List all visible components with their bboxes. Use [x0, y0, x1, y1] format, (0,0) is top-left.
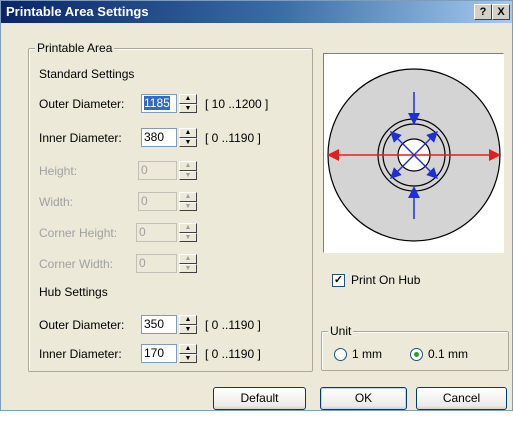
- spin-down-icon[interactable]: ▼: [179, 232, 197, 242]
- unit-1mm-label: 1 mm: [352, 347, 382, 361]
- outer-diameter-spinner[interactable]: ▲ ▼: [179, 94, 197, 113]
- spin-down-icon[interactable]: ▼: [179, 170, 197, 180]
- standard-settings-heading: Standard Settings: [39, 67, 135, 81]
- inner-diameter-range: [ 0 ..1190 ]: [205, 131, 261, 145]
- width-label: Width:: [39, 195, 74, 209]
- spin-up-icon[interactable]: ▲: [179, 254, 197, 264]
- width-input[interactable]: 0: [138, 192, 177, 211]
- spin-up-icon[interactable]: ▲: [179, 223, 197, 233]
- width-spinner[interactable]: ▲ ▼: [179, 192, 197, 211]
- corner-height-input[interactable]: 0: [136, 223, 177, 242]
- spin-down-icon[interactable]: ▼: [179, 103, 197, 113]
- spin-down-icon[interactable]: ▼: [179, 137, 197, 147]
- corner-width-input[interactable]: 0: [136, 254, 177, 273]
- corner-width-spinner[interactable]: ▲ ▼: [179, 254, 197, 273]
- title-bar[interactable]: Printable Area Settings ? X: [1, 1, 512, 23]
- height-spinner[interactable]: ▲ ▼: [179, 161, 197, 180]
- print-on-hub-label: Print On Hub: [351, 273, 421, 287]
- corner-width-label: Corner Width:: [39, 257, 114, 271]
- spin-down-icon[interactable]: ▼: [179, 353, 197, 363]
- print-on-hub-checkbox[interactable]: ✓: [332, 274, 345, 287]
- close-button[interactable]: X: [492, 4, 510, 20]
- disc-preview: [323, 53, 504, 253]
- radio-dot-icon: [414, 352, 419, 357]
- printable-area-dialog: Printable Area Settings ? X Printable Ar…: [0, 0, 513, 411]
- help-button[interactable]: ?: [474, 4, 492, 20]
- printable-area-legend: Printable Area: [35, 41, 115, 55]
- disc-preview-icon: [327, 68, 501, 242]
- spin-up-icon[interactable]: ▲: [179, 128, 197, 138]
- spin-down-icon[interactable]: ▼: [179, 263, 197, 273]
- hub-inner-diameter-range: [ 0 ..1190 ]: [205, 347, 261, 361]
- height-label: Height:: [39, 164, 78, 178]
- inner-diameter-label: Inner Diameter:: [39, 131, 122, 145]
- spin-up-icon[interactable]: ▲: [179, 161, 197, 171]
- hub-inner-diameter-spinner[interactable]: ▲ ▼: [179, 344, 197, 363]
- spin-up-icon[interactable]: ▲: [179, 315, 197, 325]
- outer-diameter-range: [ 10 ..1200 ]: [205, 97, 269, 111]
- spin-down-icon[interactable]: ▼: [179, 201, 197, 211]
- unit-legend: Unit: [328, 324, 354, 338]
- default-button[interactable]: Default: [213, 387, 306, 410]
- spin-up-icon[interactable]: ▲: [179, 344, 197, 354]
- cancel-button[interactable]: Cancel: [416, 387, 507, 410]
- unit-1mm-radio[interactable]: [334, 348, 347, 361]
- hub-outer-diameter-label: Outer Diameter:: [39, 318, 125, 332]
- ok-button[interactable]: OK: [320, 387, 407, 410]
- unit-0-1mm-label: 0.1 mm: [428, 347, 469, 361]
- spin-down-icon[interactable]: ▼: [179, 324, 197, 334]
- hub-outer-diameter-spinner[interactable]: ▲ ▼: [179, 315, 197, 334]
- check-icon: ✓: [333, 274, 344, 286]
- corner-height-spinner[interactable]: ▲ ▼: [179, 223, 197, 242]
- hub-inner-diameter-input[interactable]: 170: [141, 344, 177, 363]
- hub-outer-diameter-range: [ 0 ..1190 ]: [205, 318, 261, 332]
- outer-diameter-input[interactable]: 1185: [141, 94, 177, 113]
- outer-diameter-label: Outer Diameter:: [39, 97, 125, 111]
- spin-up-icon[interactable]: ▲: [179, 94, 197, 104]
- inner-diameter-spinner[interactable]: ▲ ▼: [179, 128, 197, 147]
- inner-diameter-input[interactable]: 380: [141, 128, 177, 147]
- spin-up-icon[interactable]: ▲: [179, 192, 197, 202]
- corner-height-label: Corner Height:: [39, 226, 118, 240]
- window-title: Printable Area Settings: [6, 4, 149, 19]
- hub-inner-diameter-label: Inner Diameter:: [39, 347, 122, 361]
- unit-0-1mm-radio[interactable]: [410, 348, 423, 361]
- height-input[interactable]: 0: [138, 161, 177, 180]
- hub-outer-diameter-input[interactable]: 350: [141, 315, 177, 334]
- hub-settings-heading: Hub Settings: [39, 285, 108, 299]
